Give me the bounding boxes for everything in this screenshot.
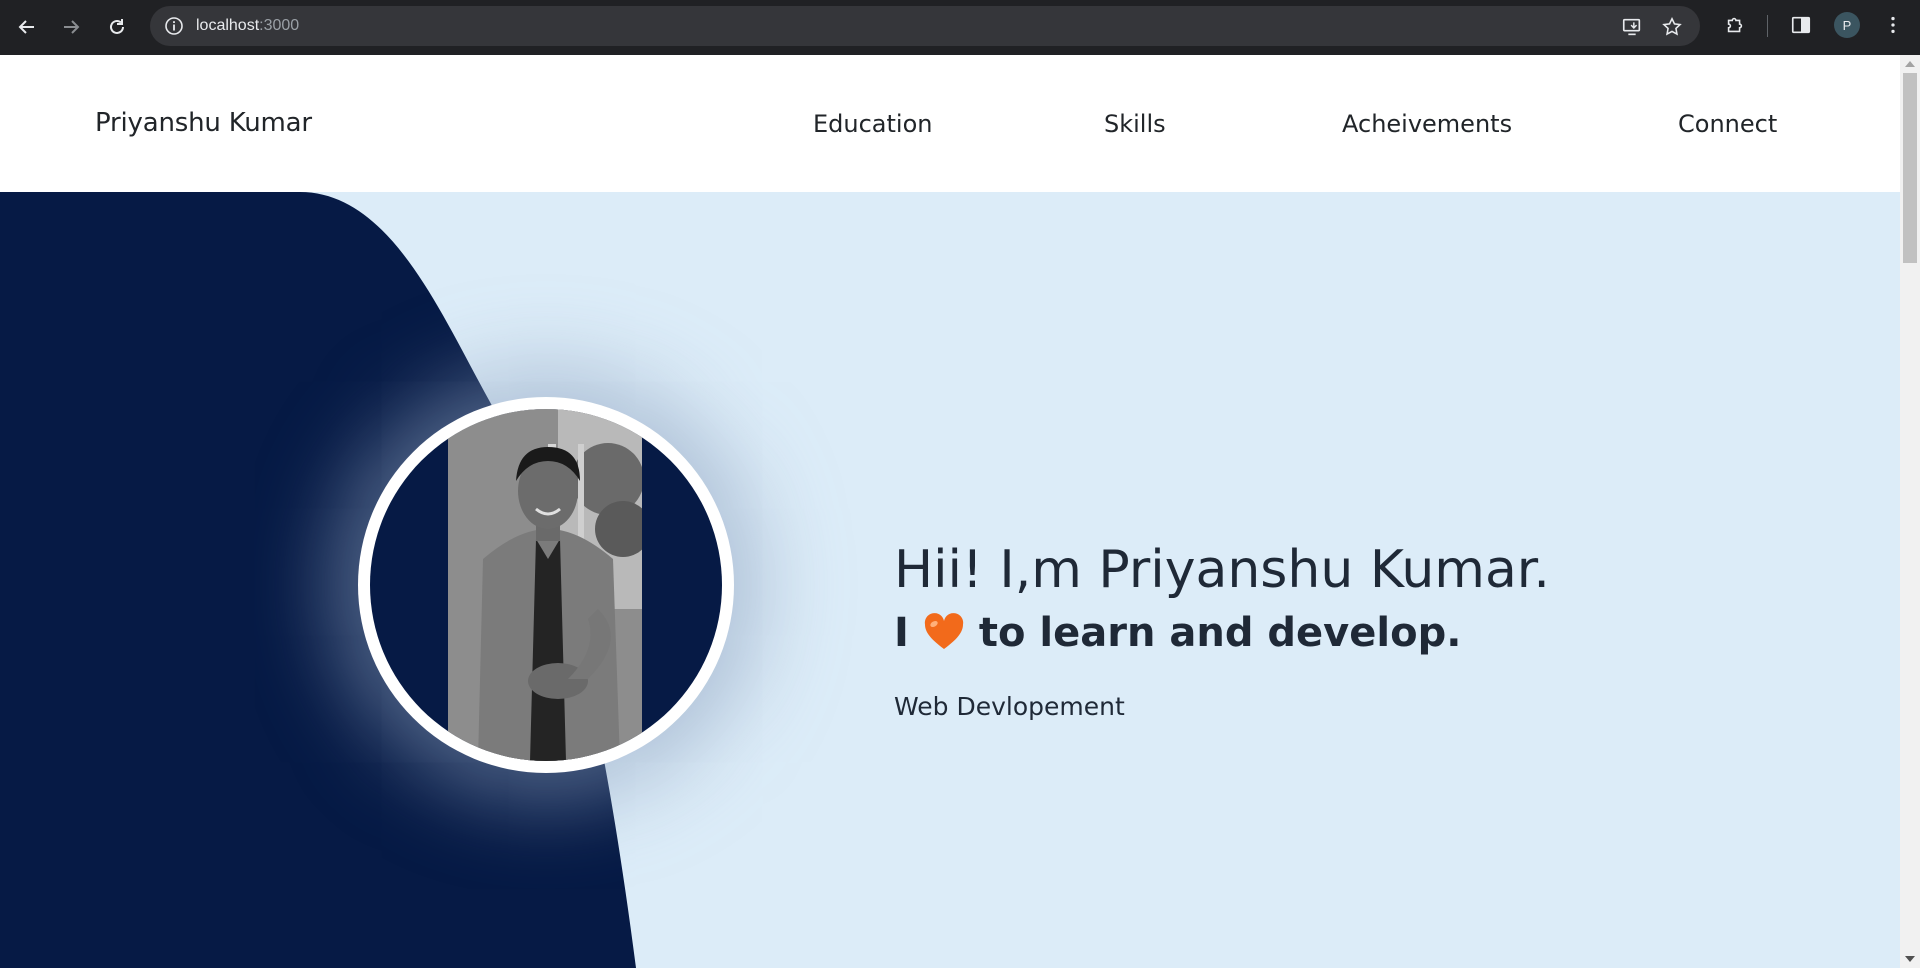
hero-greeting: Hii! I,m Priyanshu Kumar. <box>894 540 1550 600</box>
nav-link-acheivements[interactable]: Acheivements <box>1342 110 1512 138</box>
tagline-suffix: to learn and develop. <box>978 610 1462 656</box>
url-port: :3000 <box>259 17 300 34</box>
star-icon[interactable] <box>1660 15 1684 39</box>
install-app-icon[interactable] <box>1620 15 1644 39</box>
profile-photo-circle <box>370 409 722 761</box>
scroll-up-arrow-icon[interactable] <box>1905 61 1915 67</box>
site-header: Priyanshu Kumar Education Skills Acheive… <box>0 55 1900 192</box>
page-viewport: Priyanshu Kumar Education Skills Acheive… <box>0 55 1900 968</box>
profile-photo <box>448 409 642 761</box>
toolbar-divider <box>1767 15 1768 37</box>
address-bar[interactable]: localhost:3000 <box>150 6 1700 46</box>
forward-arrow-icon[interactable] <box>55 11 87 43</box>
orange-heart-icon <box>923 612 965 654</box>
side-panel-icon[interactable] <box>1788 12 1814 38</box>
vertical-scrollbar[interactable] <box>1900 55 1920 968</box>
tagline-prefix: I <box>894 610 909 656</box>
url-host: localhost <box>196 17 260 34</box>
profile-avatar[interactable]: P <box>1834 12 1860 38</box>
hero-skill: Web Devlopement <box>894 692 1125 721</box>
nav-link-skills[interactable]: Skills <box>1104 110 1166 138</box>
reload-icon[interactable] <box>101 11 133 43</box>
hero-section: Hii! I,m Priyanshu Kumar. I to learn and… <box>0 192 1900 968</box>
nav-link-education[interactable]: Education <box>813 110 932 138</box>
back-arrow-icon[interactable] <box>11 11 43 43</box>
hero-tagline: I to learn and develop. <box>894 610 1461 656</box>
nav-link-connect[interactable]: Connect <box>1678 110 1777 138</box>
puzzle-icon[interactable] <box>1722 12 1748 38</box>
kebab-menu-icon[interactable] <box>1880 12 1906 38</box>
browser-toolbar: localhost:3000 P <box>0 0 1920 55</box>
brand-name[interactable]: Priyanshu Kumar <box>95 108 312 138</box>
scroll-down-arrow-icon[interactable] <box>1905 956 1915 962</box>
url-text[interactable]: localhost:3000 <box>196 16 299 36</box>
profile-photo-frame <box>358 397 734 773</box>
info-icon[interactable] <box>164 16 184 36</box>
scrollbar-thumb[interactable] <box>1903 73 1917 263</box>
